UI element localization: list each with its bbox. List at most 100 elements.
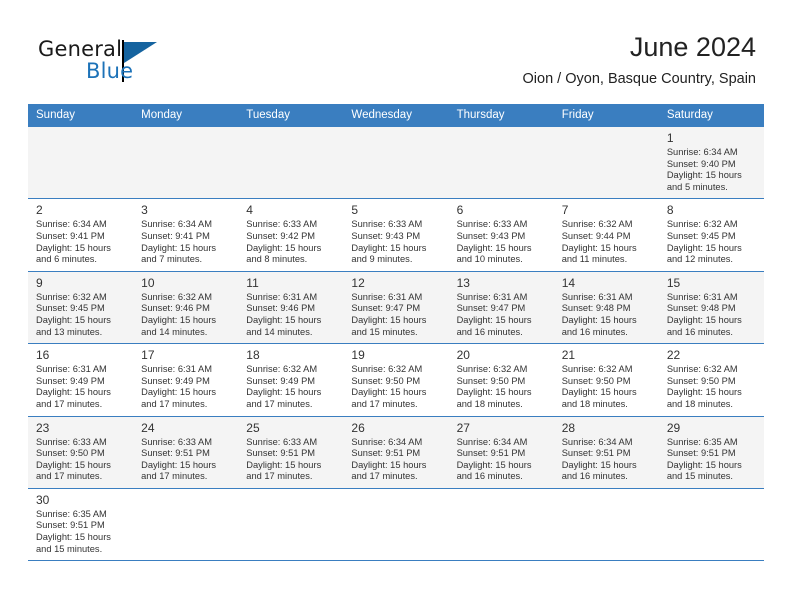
calendar-cell-inner: 17 Sunrise: 6:31 AM Sunset: 9:49 PM Dayligh…: [133, 344, 238, 415]
calendar-day-cell[interactable]: 12 Sunrise: 6:31 AM Sunset: 9:47 PM Dayligh…: [343, 271, 449, 345]
brand-logo[interactable]: General Blue: [38, 37, 218, 92]
calendar-cell-inner: 30 Sunrise: 6:35 AM Sunset: 9:51 PM Dayligh…: [28, 489, 133, 560]
calendar-day-cell[interactable]: 20 Sunrise: 6:32 AM Sunset: 9:50 PM Dayligh…: [448, 343, 554, 417]
calendar-cell-empty: [28, 127, 134, 200]
daylight-text-line2: and 11 minutes.: [561, 254, 628, 265]
sunrise-text: Sunrise: 6:35 AM: [666, 436, 738, 447]
day-sun-info: Sunrise: 6:32 AM Sunset: 9:50 PM Daylight:…: [562, 364, 653, 410]
calendar-day-cell[interactable]: 29 Sunrise: 6:35 AM Sunset: 9:51 PM Dayligh…: [658, 416, 764, 489]
daylight-text-line1: Daylight: 15 hours: [666, 387, 742, 398]
day-number: 13: [456, 275, 470, 290]
calendar-day-cell[interactable]: 24 Sunrise: 6:33 AM Sunset: 9:51 PM Dayligh…: [133, 416, 239, 489]
calendar-week-row: 2 Sunrise: 6:34 AM Sunset: 9:41 PM Daylight…: [28, 198, 764, 272]
daylight-text-line2: and 17 minutes.: [36, 471, 103, 482]
sunrise-text: Sunrise: 6:31 AM: [561, 291, 633, 302]
calendar-week-row: 16 Sunrise: 6:31 AM Sunset: 9:49 PM Dayligh…: [28, 343, 764, 417]
day-sun-info: Sunrise: 6:34 AM Sunset: 9:51 PM Daylight:…: [457, 437, 548, 483]
page-header: General Blue June 2024 Oion / Oyon, Basq…: [0, 0, 792, 100]
sunrise-text: Sunrise: 6:34 AM: [456, 436, 528, 447]
day-sun-info: Sunrise: 6:31 AM Sunset: 9:47 PM Daylight:…: [351, 292, 442, 338]
daylight-text-line2: and 14 minutes.: [141, 326, 208, 337]
daylight-text-line2: and 17 minutes.: [351, 398, 418, 409]
calendar-day-cell[interactable]: 30 Sunrise: 6:35 AM Sunset: 9:51 PM Dayligh…: [28, 488, 134, 562]
sunset-text: Sunset: 9:46 PM: [141, 303, 210, 314]
day-sun-info: Sunrise: 6:32 AM Sunset: 9:45 PM Daylight:…: [667, 219, 758, 265]
daylight-text-line1: Daylight: 15 hours: [666, 314, 742, 325]
calendar-cell-inner: 1 Sunrise: 6:34 AM Sunset: 9:40 PM Daylight…: [659, 127, 764, 198]
calendar-cell-inner: 13 Sunrise: 6:31 AM Sunset: 9:47 PM Dayligh…: [449, 272, 554, 343]
calendar-day-cell[interactable]: 9 Sunrise: 6:32 AM Sunset: 9:45 PM Daylight…: [28, 271, 134, 345]
day-sun-info: Sunrise: 6:33 AM Sunset: 9:43 PM Daylight:…: [457, 219, 548, 265]
calendar-cell-inner: 24 Sunrise: 6:33 AM Sunset: 9:51 PM Dayligh…: [133, 417, 238, 488]
day-sun-info: Sunrise: 6:31 AM Sunset: 9:47 PM Daylight:…: [457, 292, 548, 338]
calendar-day-cell[interactable]: 28 Sunrise: 6:34 AM Sunset: 9:51 PM Dayligh…: [553, 416, 659, 489]
calendar-day-cell[interactable]: 3 Sunrise: 6:34 AM Sunset: 9:41 PM Daylight…: [133, 198, 239, 272]
sunrise-text: Sunrise: 6:33 AM: [456, 219, 528, 230]
calendar-cell-inner: [343, 127, 448, 198]
daylight-text-line1: Daylight: 15 hours: [561, 242, 637, 253]
calendar-cell-inner: 28 Sunrise: 6:34 AM Sunset: 9:51 PM Dayligh…: [554, 417, 659, 488]
sunrise-text: Sunrise: 6:31 AM: [36, 364, 107, 375]
calendar-day-cell[interactable]: 17 Sunrise: 6:31 AM Sunset: 9:49 PM Dayligh…: [133, 343, 239, 417]
day-sun-info: Sunrise: 6:32 AM Sunset: 9:50 PM Daylight:…: [667, 364, 758, 410]
calendar-day-cell[interactable]: 21 Sunrise: 6:32 AM Sunset: 9:50 PM Dayligh…: [553, 343, 659, 417]
daylight-text-line1: Daylight: 15 hours: [456, 387, 532, 398]
calendar-day-cell[interactable]: 11 Sunrise: 6:31 AM Sunset: 9:46 PM Dayligh…: [238, 271, 344, 345]
sunset-text: Sunset: 9:51 PM: [456, 448, 526, 459]
calendar-cell-inner: 3 Sunrise: 6:34 AM Sunset: 9:41 PM Daylight…: [133, 199, 238, 270]
calendar-day-cell[interactable]: 26 Sunrise: 6:34 AM Sunset: 9:51 PM Dayligh…: [343, 416, 449, 489]
calendar-cell-empty: [238, 127, 344, 200]
sunrise-text: Sunrise: 6:32 AM: [561, 364, 633, 375]
day-sun-info: Sunrise: 6:33 AM Sunset: 9:51 PM Daylight:…: [141, 437, 232, 483]
day-sun-info: Sunrise: 6:34 AM Sunset: 9:41 PM Daylight:…: [36, 219, 127, 265]
day-number: 21: [561, 348, 576, 363]
calendar-day-cell[interactable]: 6 Sunrise: 6:33 AM Sunset: 9:43 PM Daylight…: [448, 198, 554, 272]
page-subtitle: Oion / Oyon, Basque Country, Spain: [522, 71, 756, 87]
daylight-text-line1: Daylight: 15 hours: [666, 242, 742, 253]
daylight-text-line1: Daylight: 15 hours: [36, 387, 111, 398]
calendar-day-cell[interactable]: 15 Sunrise: 6:31 AM Sunset: 9:48 PM Dayligh…: [658, 271, 764, 345]
calendar-cell-inner: 15 Sunrise: 6:31 AM Sunset: 9:48 PM Dayligh…: [659, 272, 764, 343]
calendar-day-cell[interactable]: 5 Sunrise: 6:33 AM Sunset: 9:43 PM Daylight…: [343, 198, 449, 272]
calendar-day-cell[interactable]: 27 Sunrise: 6:34 AM Sunset: 9:51 PM Dayligh…: [448, 416, 554, 489]
calendar-day-cell[interactable]: 8 Sunrise: 6:32 AM Sunset: 9:45 PM Daylight…: [658, 198, 764, 272]
sunset-text: Sunset: 9:43 PM: [456, 230, 526, 241]
calendar-day-cell[interactable]: 19 Sunrise: 6:32 AM Sunset: 9:50 PM Dayligh…: [343, 343, 449, 417]
calendar-cell-inner: 26 Sunrise: 6:34 AM Sunset: 9:51 PM Dayligh…: [343, 417, 448, 488]
daylight-text-line2: and 15 minutes.: [666, 471, 733, 482]
calendar-day-cell[interactable]: 18 Sunrise: 6:32 AM Sunset: 9:49 PM Dayligh…: [238, 343, 344, 417]
day-sun-info: Sunrise: 6:31 AM Sunset: 9:49 PM Daylight:…: [141, 364, 232, 410]
day-number: 27: [456, 420, 470, 435]
calendar-day-cell[interactable]: 16 Sunrise: 6:31 AM Sunset: 9:49 PM Dayligh…: [28, 343, 134, 417]
day-number: 26: [351, 420, 365, 435]
calendar-cell-inner: 23 Sunrise: 6:33 AM Sunset: 9:50 PM Dayligh…: [28, 417, 133, 488]
calendar-day-cell[interactable]: 7 Sunrise: 6:32 AM Sunset: 9:44 PM Daylight…: [553, 198, 659, 272]
sunset-text: Sunset: 9:51 PM: [666, 448, 736, 459]
calendar-day-cell[interactable]: 14 Sunrise: 6:31 AM Sunset: 9:48 PM Dayligh…: [553, 271, 659, 345]
daylight-text-line2: and 15 minutes.: [36, 543, 103, 554]
day-number: 25: [246, 420, 260, 435]
day-sun-info: Sunrise: 6:32 AM Sunset: 9:50 PM Daylight:…: [457, 364, 548, 410]
sunset-text: Sunset: 9:51 PM: [351, 448, 421, 459]
calendar-day-cell[interactable]: 25 Sunrise: 6:33 AM Sunset: 9:51 PM Dayligh…: [238, 416, 344, 489]
calendar-week-row: 23 Sunrise: 6:33 AM Sunset: 9:50 PM Dayligh…: [28, 416, 764, 489]
calendar-day-cell[interactable]: 22 Sunrise: 6:32 AM Sunset: 9:50 PM Dayligh…: [658, 343, 764, 417]
sunrise-text: Sunrise: 6:33 AM: [246, 219, 318, 230]
calendar-day-cell[interactable]: 4 Sunrise: 6:33 AM Sunset: 9:42 PM Daylight…: [238, 198, 344, 272]
sunset-text: Sunset: 9:49 PM: [141, 375, 210, 386]
day-sun-info: Sunrise: 6:34 AM Sunset: 9:41 PM Daylight:…: [141, 219, 232, 265]
calendar-day-cell[interactable]: 23 Sunrise: 6:33 AM Sunset: 9:50 PM Dayligh…: [28, 416, 134, 489]
calendar-day-cell[interactable]: 2 Sunrise: 6:34 AM Sunset: 9:41 PM Daylight…: [28, 198, 134, 272]
calendar-cell-inner: 9 Sunrise: 6:32 AM Sunset: 9:45 PM Daylight…: [28, 272, 133, 343]
day-number: 6: [456, 203, 464, 218]
calendar-day-cell[interactable]: 13 Sunrise: 6:31 AM Sunset: 9:47 PM Dayligh…: [448, 271, 554, 345]
calendar-day-cell[interactable]: 10 Sunrise: 6:32 AM Sunset: 9:46 PM Dayligh…: [133, 271, 239, 345]
calendar-week-row: 30 Sunrise: 6:35 AM Sunset: 9:51 PM Dayligh…: [28, 488, 764, 562]
daylight-text-line2: and 13 minutes.: [36, 326, 103, 337]
daylight-text-line2: and 16 minutes.: [666, 326, 733, 337]
sunrise-text: Sunrise: 6:33 AM: [351, 219, 423, 230]
calendar-day-cell[interactable]: 1 Sunrise: 6:34 AM Sunset: 9:40 PM Daylight…: [658, 127, 764, 200]
sunset-text: Sunset: 9:49 PM: [246, 375, 316, 386]
sunrise-text: Sunrise: 6:32 AM: [36, 291, 107, 302]
sunset-text: Sunset: 9:51 PM: [36, 520, 105, 531]
